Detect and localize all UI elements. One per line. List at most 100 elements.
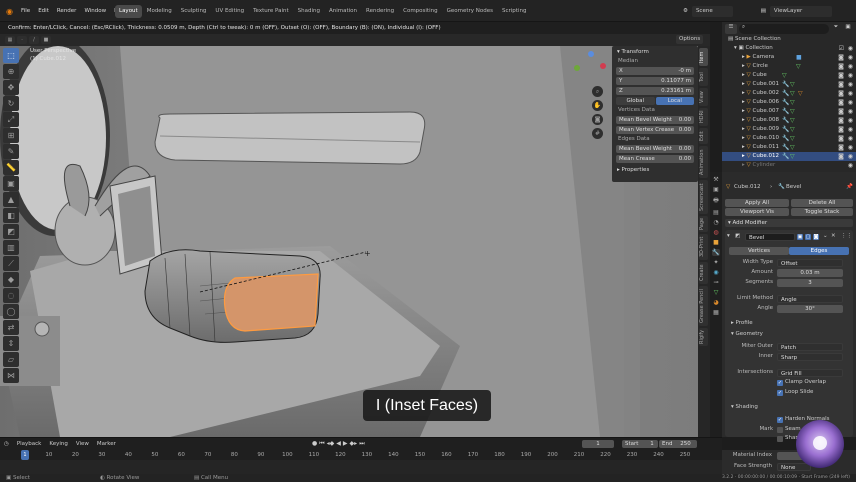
segments-field[interactable]: 3 [777,279,843,287]
modifier-props-icon[interactable]: 🔧 [712,249,720,256]
current-frame-field[interactable]: 1 [582,440,614,448]
transform-header[interactable]: ▾ Transform [614,48,696,57]
editor-type-icon[interactable]: ▦ [5,36,15,44]
shear-icon[interactable]: ▱ [3,352,19,367]
output-props-icon[interactable]: 🖶 [713,196,719,206]
ortho-grid-icon[interactable]: # [592,128,603,139]
cursor-tool-icon[interactable]: ⊕ [3,64,19,79]
modifier-menu-icon[interactable]: ⌄ [823,233,828,239]
loop-cut-icon[interactable]: ▥ [3,240,19,255]
poly-build-icon[interactable]: ◆ [3,272,19,287]
median-y-field[interactable]: Y 0.11077 m [616,76,694,85]
outliner-row[interactable]: ▸ ▽ Cube.001 🔧 ▽ ◉ ◙ [722,80,856,89]
outliner-row[interactable]: ▾ ▣ Collection ☑ ◉ [722,44,856,53]
outliner-search-field[interactable]: ⌕ [739,24,829,34]
constraint-props-icon[interactable]: ⊸ [713,279,718,286]
tab-compositing[interactable]: Compositing [399,5,441,18]
rip-region-icon[interactable]: ⋈ [3,368,19,383]
marker-menu[interactable]: Marker [97,440,116,449]
physics-props-icon[interactable]: ◉ [713,269,718,276]
tab-hdri[interactable]: HDRI [699,108,708,126]
add-cube-icon[interactable]: ▣ [3,176,19,191]
menu-window[interactable]: Window [80,8,110,14]
play-icon[interactable]: ▶ [343,440,348,448]
spin-icon[interactable]: ◌ [3,288,19,303]
texture-props-icon[interactable]: ▦ [713,309,719,316]
blender-logo-icon[interactable]: ◉ [2,7,17,16]
annotate-icon[interactable]: ✎ [3,144,19,159]
tab-sculpting[interactable]: Sculpting [177,5,211,18]
scene-props-icon[interactable]: ◔ [713,219,718,226]
affect-vertices-toggle[interactable]: Vertices [729,247,789,255]
delete-all-button[interactable]: Delete All [791,199,853,207]
mean-vertex-crease-field[interactable]: Mean Vertex Crease 0.00 [616,125,694,134]
seam-checkbox[interactable] [777,427,783,433]
outliner-row[interactable]: ▸ ▽ Cube.010 🔧 ▽ ◉ ◙ [722,134,856,143]
viewport-vis-button[interactable]: Viewport Vis [725,208,789,216]
median-x-field[interactable]: X -0 m [616,66,694,75]
view-layer-selector[interactable]: ViewLayer [769,5,833,17]
collapse-icon[interactable]: ▾ [727,233,730,239]
tab-layout[interactable]: Layout [115,4,142,18]
material-props-icon[interactable]: ◕ [713,299,718,306]
new-collection-icon[interactable]: ▣ [843,24,853,34]
end-frame-field[interactable]: End 250 [659,440,697,448]
tab-rendering[interactable]: Rendering [362,5,398,18]
outliner-row[interactable]: ▸ ▽ Circle ▽ ◉ ◙ [722,62,856,71]
playback-menu[interactable]: Playback [17,440,42,449]
add-modifier-dropdown[interactable]: ▾ Add Modifier [725,219,853,227]
properties-header[interactable]: ▸ Properties [614,166,696,175]
loop-slide-checkbox[interactable]: ✓ [777,390,783,396]
outliner-row[interactable]: ▸ ▶ Camera ■ ◉ ◙ [722,53,856,62]
data-props-icon[interactable]: ▽ [714,289,719,296]
tab-animation[interactable]: Animation [325,5,361,18]
toggle-stack-button[interactable]: Toggle Stack [791,208,853,216]
drag-handle-icon[interactable]: ⋮⋮ [841,233,852,239]
object-props-icon[interactable]: ■ [713,239,719,246]
edge-slide-icon[interactable]: ⇄ [3,320,19,335]
keying-menu[interactable]: Keying [49,440,67,449]
tab-modeling[interactable]: Modeling [143,5,176,18]
rotate-icon[interactable]: ↻ [3,96,19,111]
tab-geometry-nodes[interactable]: Geometry Nodes [443,5,497,18]
move-icon[interactable]: ✥ [3,80,19,95]
mean-bevel-weight-field[interactable]: Mean Bevel Weight 0.00 [616,115,694,124]
affect-edges-toggle[interactable]: Edges [789,247,849,255]
prev-keyframe-icon[interactable]: ◂◆ [327,440,335,448]
next-keyframe-icon[interactable]: ◆▸ [350,440,358,448]
scene-selector[interactable]: Scene [691,5,733,17]
sharp-checkbox[interactable] [777,436,783,442]
3d-viewport[interactable]: + User Perspective (1) Cube.012 ⌕ ✋ ◙ # [0,46,710,437]
timeline-track[interactable] [0,460,722,474]
inset-icon[interactable]: ◧ [3,208,19,223]
jump-start-icon[interactable]: ⏮ [319,440,324,448]
tab-screencast[interactable]: Screencast [699,180,708,214]
edge-mean-bevel-weight-field[interactable]: Mean Bevel Weight 0.00 [616,144,694,153]
smooth-icon[interactable]: ◯ [3,304,19,319]
miter-outer-dropdown[interactable]: Patch [777,343,843,351]
shading-subpanel-header[interactable]: ▾ Shading [731,404,758,410]
outliner-row[interactable]: ▸ ▽ Cube.011 🔧 ▽ ◉ ◙ [722,143,856,152]
play-reverse-icon[interactable]: ◀ [336,440,341,448]
record-icon[interactable]: ● [312,440,317,448]
camera-view-icon[interactable]: ◙ [592,114,603,125]
outliner-row[interactable]: ▸ ▽ Cylinder ◉ [722,161,856,170]
inner-dropdown[interactable]: Sharp [777,353,843,361]
outliner-row[interactable]: ▸ ▽ Cube.008 🔧 ▽ ◉ ◙ [722,116,856,125]
outliner-display-mode-icon[interactable]: ☰ [725,24,737,34]
extrude-icon[interactable]: ▲ [3,192,19,207]
transform-icon[interactable]: ⊞ [3,128,19,143]
clamp-overlap-checkbox[interactable]: ✓ [777,380,783,386]
jump-end-icon[interactable]: ⏭ [359,440,364,448]
limit-method-dropdown[interactable]: Angle [777,295,843,303]
face-strength-dropdown[interactable]: None [777,463,811,471]
tab-grease-pencil[interactable]: Grease Pencil [699,286,708,326]
tab-page[interactable]: Page [699,216,708,232]
local-toggle[interactable]: Local [655,96,694,105]
edge-select-icon[interactable]: / [29,36,39,44]
mean-crease-field[interactable]: Mean Crease 0.00 [616,154,694,163]
profile-subpanel-header[interactable]: ▸ Profile [731,320,753,326]
options-dropdown[interactable]: Options [676,35,704,44]
menu-render[interactable]: Render [53,8,81,14]
remove-modifier-icon[interactable]: ✕ [831,233,836,239]
